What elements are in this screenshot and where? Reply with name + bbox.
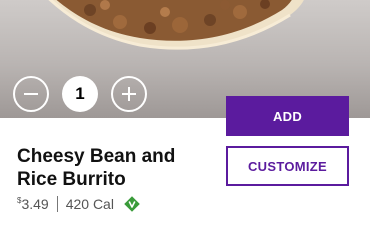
quantity-value: 1 [62,76,98,112]
product-calories: 420 Cal [65,196,114,212]
add-button[interactable]: ADD [226,96,349,136]
product-name: Cheesy Bean and Rice Burrito [17,146,176,190]
plus-icon [122,87,136,101]
minus-icon [24,93,38,95]
vegetarian-icon [124,196,140,212]
product-meta: $ 3.49 420 Cal [17,195,140,213]
product-price: 3.49 [21,196,49,212]
meta-divider [56,196,58,212]
price-currency-symbol: $ [17,195,22,205]
customize-button[interactable]: CUSTOMIZE [226,146,349,186]
quantity-increment-button[interactable] [111,76,147,112]
quantity-decrement-button[interactable] [13,76,49,112]
